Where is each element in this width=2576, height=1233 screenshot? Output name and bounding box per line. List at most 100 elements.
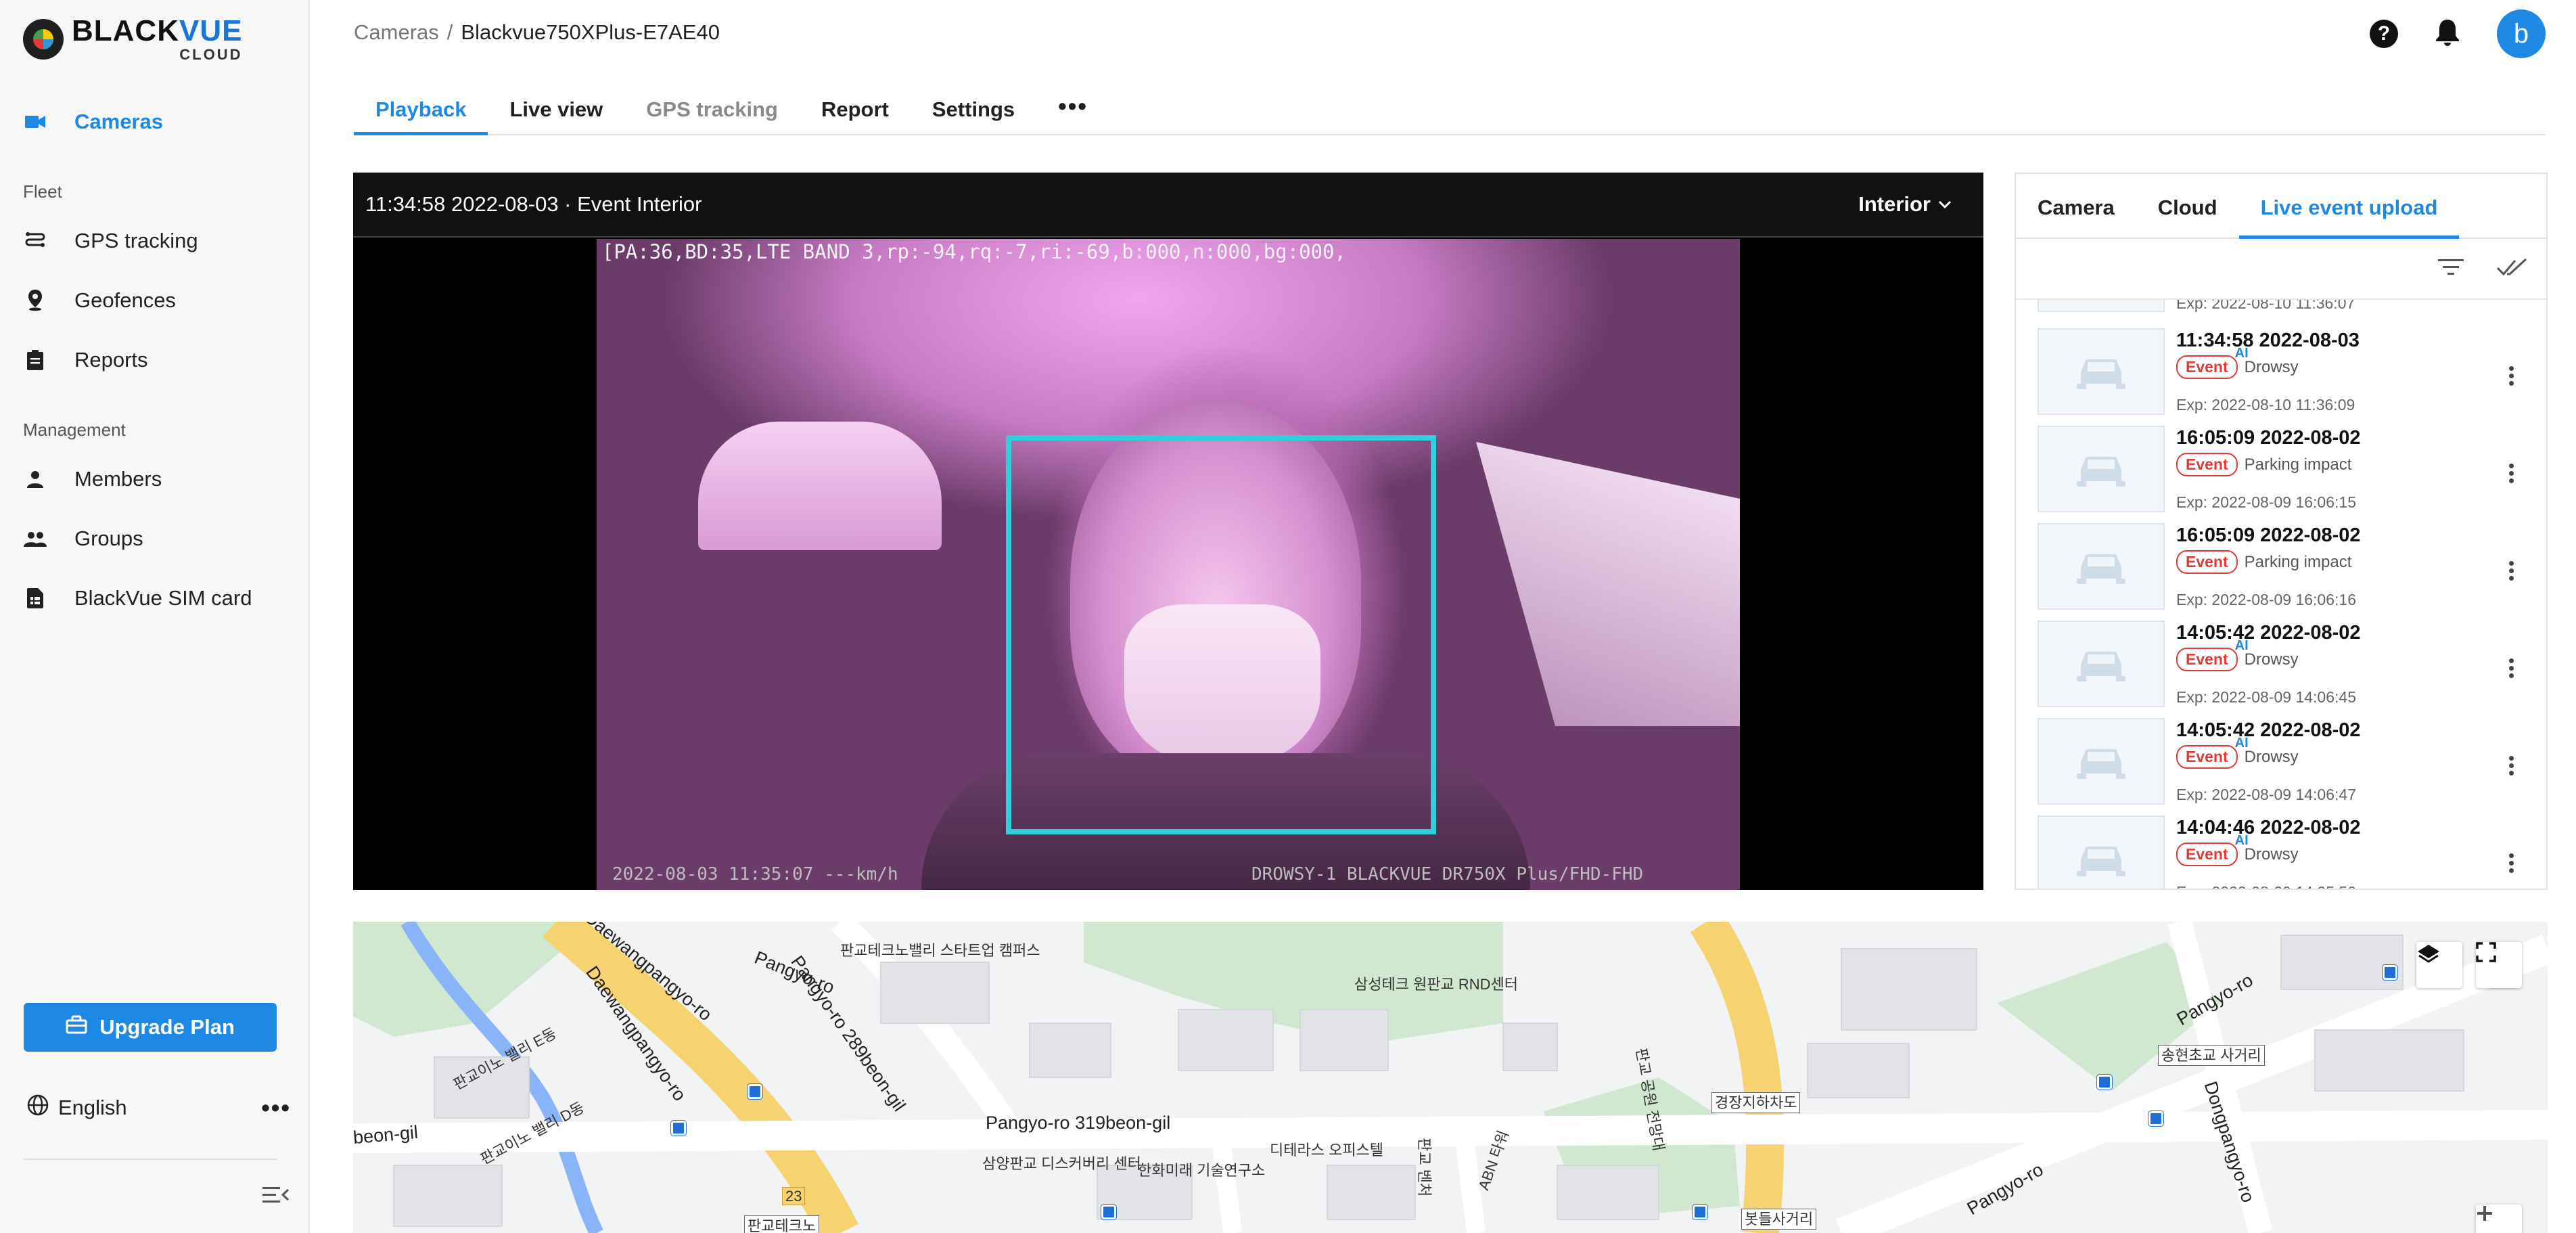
car-placeholder-icon — [2077, 652, 2125, 681]
kebab-menu-icon[interactable] — [2509, 462, 2514, 485]
sidebar-item-gps-tracking[interactable]: GPS tracking — [23, 221, 198, 261]
video-title-bar: 11:34:58 2022-08-03 · Event Interior Int… — [353, 173, 1983, 238]
event-row[interactable]: 14:05:42 2022-08-02 Event AI Drowsy Exp: 202… — [2016, 621, 2546, 718]
filter-icon[interactable] — [2438, 258, 2464, 280]
event-tags: Event AI Drowsy — [2176, 833, 2299, 866]
video-player[interactable]: 11:34:58 2022-08-03 · Event Interior Int… — [353, 173, 1983, 890]
view-select[interactable]: Interior — [1858, 192, 1971, 217]
event-row[interactable]: 14:05:42 2022-08-02 Event AI Drowsy Exp: 202… — [2016, 718, 2546, 815]
event-thumbnail[interactable] — [2038, 815, 2165, 889]
event-badge-label: Event — [2186, 358, 2228, 376]
event-time: 14:05:42 2022-08-02 — [2176, 719, 2361, 741]
bus-stop-icon[interactable] — [1692, 1204, 1708, 1220]
notification-bell-icon[interactable] — [2435, 18, 2460, 50]
tab-gps-tracking[interactable]: GPS tracking — [624, 89, 800, 134]
bus-stop-icon[interactable] — [2382, 964, 2398, 981]
bus-stop-icon[interactable] — [1101, 1204, 1117, 1220]
bus-stop-icon[interactable] — [2148, 1111, 2164, 1127]
event-thumbnail[interactable] — [2038, 300, 2165, 312]
more-options-icon[interactable]: ••• — [261, 1094, 291, 1122]
tab-report[interactable]: Report — [800, 89, 911, 134]
tab-camera[interactable]: Camera — [2016, 174, 2136, 238]
event-badge-label: Event — [2186, 845, 2228, 863]
video-overlay-model: DROWSY-1 BLACKVUE DR750X Plus/FHD-FHD — [1251, 864, 1644, 884]
upgrade-plan-button[interactable]: Upgrade Plan — [24, 1003, 277, 1052]
tab-live-view[interactable]: Live view — [488, 89, 624, 134]
event-tags: Event AI Drowsy — [2176, 346, 2299, 379]
car-rear-window — [698, 422, 942, 550]
tab-bar: Playback Live view GPS tracking Report S… — [354, 89, 2546, 135]
panel-toolbar — [2016, 239, 2546, 300]
kebab-menu-icon[interactable] — [2509, 365, 2514, 387]
event-thumbnail[interactable] — [2038, 426, 2165, 512]
event-expiry: Exp: 2022-08-09 16:06:15 — [2176, 493, 2356, 511]
zoom-in-icon[interactable] — [2476, 1205, 2522, 1233]
event-row[interactable]: 16:05:09 2022-08-02 Event Parking impact Ex… — [2016, 426, 2546, 523]
sidebar-item-cameras[interactable]: Cameras — [23, 102, 163, 142]
bus-stop-icon[interactable] — [670, 1120, 687, 1136]
place-label: 봇들사거리 — [1741, 1209, 1817, 1230]
tab-cloud[interactable]: Cloud — [2136, 174, 2239, 238]
event-type: Drowsy — [2244, 845, 2299, 864]
event-expiry: Exp: 2022-08-09 16:06:16 — [2176, 591, 2356, 608]
event-time: 14:05:42 2022-08-02 — [2176, 622, 2361, 644]
collapse-sidebar-icon[interactable] — [262, 1186, 290, 1208]
logo-sub: CLOUD — [179, 46, 243, 63]
group-icon — [23, 526, 47, 551]
chevron-down-icon — [1938, 200, 1952, 209]
blackvue-logo[interactable]: BLACKVUE CLOUD — [23, 16, 242, 62]
language-selector[interactable]: English ••• — [27, 1094, 291, 1122]
event-row[interactable]: 16:05:09 2022-08-02 Event Parking impact Ex… — [2016, 523, 2546, 621]
select-all-icon[interactable] — [2496, 258, 2527, 280]
event-list[interactable]: Exp: 2022-08-10 11:36:07 11:34:58 2022-0… — [2016, 300, 2546, 889]
kebab-menu-icon[interactable] — [2509, 560, 2514, 582]
event-thumbnail[interactable] — [2038, 621, 2165, 707]
kebab-menu-icon[interactable] — [2509, 657, 2514, 679]
tab-settings[interactable]: Settings — [911, 89, 1036, 134]
event-thumbnail[interactable] — [2038, 328, 2165, 415]
tab-playback[interactable]: Playback — [354, 89, 488, 135]
sidebar-item-geofences[interactable]: Geofences — [23, 280, 176, 321]
event-badge: Event AI — [2176, 638, 2249, 671]
location-pin-icon — [23, 288, 47, 313]
event-badge: Event AI — [2176, 346, 2249, 379]
event-badge-label: Event — [2186, 650, 2228, 668]
kebab-menu-icon[interactable] — [2509, 852, 2514, 874]
help-icon[interactable]: ? — [2370, 20, 2398, 48]
map[interactable]: Daewangpangyo-ro Daewangpangyo-ro Pangyo… — [353, 922, 2548, 1233]
map-layers-icon[interactable] — [2416, 942, 2462, 988]
car-placeholder-icon — [2077, 749, 2125, 779]
bus-stop-icon[interactable] — [747, 1083, 763, 1100]
breadcrumb: Cameras / Blackvue750XPlus-E7AE40 — [354, 20, 720, 45]
video-frame — [597, 239, 1740, 890]
ai-badge: AI — [2234, 638, 2249, 653]
tab-live-event-upload[interactable]: Live event upload — [2238, 174, 2460, 239]
sidebar-item-members[interactable]: Members — [23, 459, 162, 499]
breadcrumb-cameras-link[interactable]: Cameras — [354, 20, 439, 44]
event-tags: Event AI Drowsy — [2176, 638, 2299, 671]
tab-more-icon[interactable]: ••• — [1036, 89, 1109, 134]
event-badge: Event AI — [2176, 736, 2249, 769]
logo-word-vue: VUE — [179, 14, 243, 47]
ai-badge: AI — [2234, 736, 2249, 750]
sidebar-item-label: Members — [74, 467, 162, 491]
place-label: 경장지하차도 — [1711, 1092, 1801, 1114]
sidebar-item-reports[interactable]: Reports — [23, 340, 148, 380]
fullscreen-icon[interactable] — [2476, 942, 2522, 988]
event-row[interactable]: 11:34:58 2022-08-03 Event AI Drowsy Exp: 202… — [2016, 328, 2546, 426]
kebab-menu-icon[interactable] — [2509, 755, 2514, 777]
videocam-icon — [23, 110, 47, 134]
event-thumbnail[interactable] — [2038, 523, 2165, 610]
event-row[interactable]: 14:04:46 2022-08-02 Event AIDrowsy Exp: 202… — [2016, 815, 2546, 889]
car-placeholder-icon — [2077, 457, 2125, 487]
bus-stop-icon[interactable] — [2096, 1074, 2113, 1090]
video-title: 11:34:58 2022-08-03 · Event Interior — [365, 192, 702, 216]
sidebar-item-groups[interactable]: Groups — [23, 518, 143, 559]
car-placeholder-icon — [2077, 554, 2125, 584]
event-badge: Event AI — [2176, 833, 2249, 866]
place-label: 디테라스 오피스텔 — [1270, 1142, 1384, 1159]
event-tags: Event Parking impact — [2176, 550, 2351, 574]
sidebar-item-sim-card[interactable]: BlackVue SIM card — [23, 578, 252, 619]
avatar[interactable]: b — [2497, 9, 2546, 58]
event-thumbnail[interactable] — [2038, 718, 2165, 805]
